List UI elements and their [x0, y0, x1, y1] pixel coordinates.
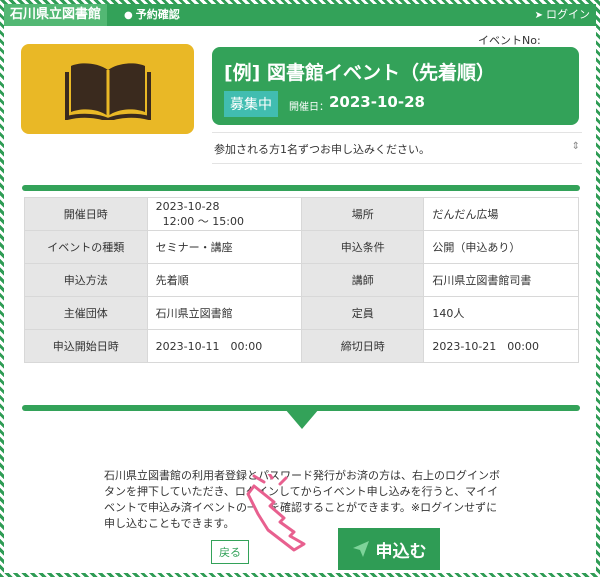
detail-header: 主催団体	[24, 296, 148, 330]
detail-header: 場所	[301, 197, 425, 231]
detail-value: セミナー・講座	[146, 230, 303, 264]
detail-header: イベントの種類	[24, 230, 148, 264]
detail-header: 定員	[301, 296, 425, 330]
user-icon: ●	[124, 10, 133, 21]
login-label: ログイン	[546, 8, 590, 21]
reservation-label: 予約確認	[135, 8, 180, 21]
detail-value: 2023-10-21 00:00	[423, 329, 579, 363]
detail-value: 先着順	[146, 263, 303, 297]
notice-row: 参加される方1名ずつお申し込みください。 ⇕	[212, 132, 582, 164]
details-row: 開催日時 2023-10-28 12:00 〜 15:00 場所 だんだん広場	[24, 197, 579, 231]
detail-header: 講師	[301, 263, 425, 297]
down-arrow-icon	[285, 409, 319, 429]
pointing-hand-icon	[246, 474, 306, 552]
detail-header: 申込開始日時	[24, 329, 148, 363]
detail-value: 2023-10-11 00:00	[146, 329, 303, 363]
login-icon: ➤	[534, 10, 543, 21]
detail-value: 石川県立図書館	[146, 296, 303, 330]
event-logo	[21, 44, 194, 134]
status-badge: 募集中	[224, 91, 278, 117]
login-link[interactable]: ➤ ログイン	[535, 4, 590, 27]
detail-header: 申込条件	[301, 230, 425, 264]
library-brand[interactable]: 石川県立図書館	[4, 4, 108, 26]
detail-value: 140人	[423, 296, 579, 330]
detail-header: 申込方法	[24, 263, 148, 297]
top-navigation-bar: 石川県立図書館 ● 予約確認 ➤ ログイン	[4, 4, 596, 26]
details-row: 主催団体 石川県立図書館 定員 140人	[24, 296, 579, 330]
details-row: 申込開始日時 2023-10-11 00:00 締切日時 2023-10-21 00:…	[24, 329, 579, 363]
event-date-value: 2023-10-28	[329, 93, 425, 111]
detail-value: 石川県立図書館司書	[423, 263, 579, 297]
event-date-label: 開催日：	[289, 102, 329, 113]
detail-value: だんだん広場	[423, 197, 579, 231]
paper-plane-icon	[352, 541, 369, 557]
event-title-box: [例] 図書館イベント（先着順） 募集中 開催日： 2023-10-28	[212, 47, 579, 125]
detail-header: 開催日時	[24, 197, 148, 231]
detail-value: 公開（申込あり）	[423, 230, 579, 264]
event-details-table: 開催日時 2023-10-28 12:00 〜 15:00 場所 だんだん広場 イベント…	[24, 197, 579, 363]
page-frame: 石川県立図書館 ● 予約確認 ➤ ログイン イベントNo: [例] 図書館イベント（…	[0, 0, 600, 577]
open-book-icon	[64, 63, 151, 120]
event-title: [例] 図書館イベント（先着順）	[224, 62, 495, 84]
section-divider-top	[22, 185, 580, 191]
apply-button[interactable]: 申込む	[338, 528, 440, 570]
details-row: 申込方法 先着順 講師 石川県立図書館司書	[24, 263, 579, 297]
event-number-label: イベントNo:	[478, 34, 541, 47]
scroll-arrows-icon[interactable]: ⇕	[572, 141, 580, 152]
notice-text: 参加される方1名ずつお申し込みください。	[214, 143, 430, 156]
reservation-check-link[interactable]: ● 予約確認	[124, 4, 180, 27]
detail-value: 2023-10-28 12:00 〜 15:00	[146, 197, 303, 231]
detail-header: 締切日時	[301, 329, 425, 363]
apply-label: 申込む	[375, 541, 427, 562]
details-row: イベントの種類 セミナー・講座 申込条件 公開（申込あり）	[24, 230, 579, 264]
